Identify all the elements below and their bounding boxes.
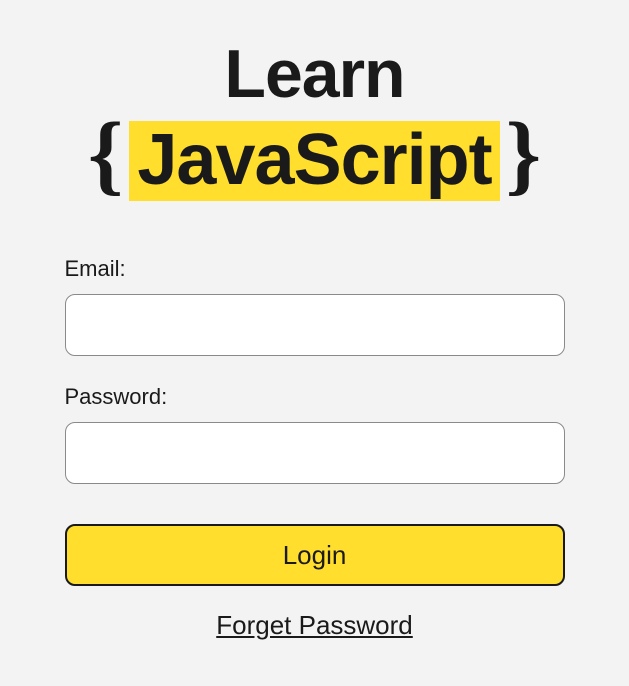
logo-line2: { JavaScript } — [88, 116, 541, 206]
email-field[interactable] — [65, 294, 565, 356]
forget-password-link[interactable]: Forget Password — [65, 610, 565, 641]
login-form: Email: Password: Login Forget Password — [65, 256, 565, 641]
brace-right: } — [506, 110, 541, 200]
brace-left: { — [88, 110, 123, 200]
email-group: Email: — [65, 256, 565, 356]
email-label: Email: — [65, 256, 565, 282]
password-label: Password: — [65, 384, 565, 410]
logo-highlighted: JavaScript — [129, 121, 499, 200]
password-field[interactable] — [65, 422, 565, 484]
login-button[interactable]: Login — [65, 524, 565, 586]
logo-line1: Learn — [88, 40, 541, 108]
logo: Learn { JavaScript } — [88, 40, 541, 206]
password-group: Password: — [65, 384, 565, 484]
